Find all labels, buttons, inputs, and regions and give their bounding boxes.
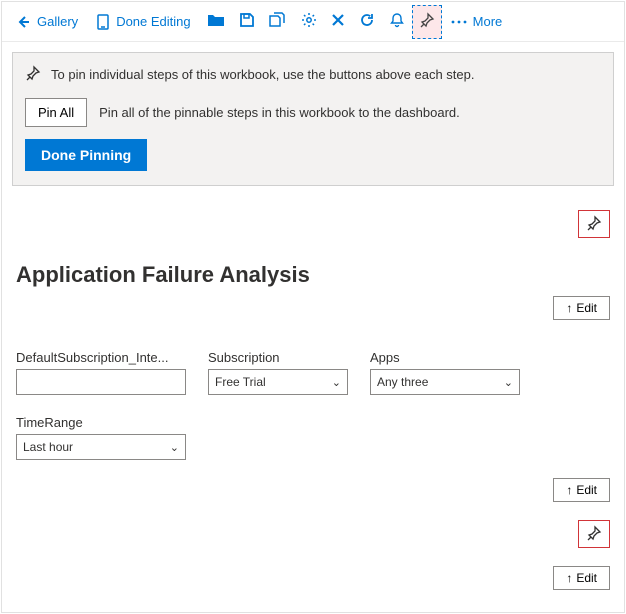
open-button[interactable] [200,6,232,38]
edit-step-button[interactable]: ↑ Edit [553,566,610,590]
toolbar: Gallery Done Editing [2,2,624,42]
refresh-button[interactable] [352,6,382,38]
alerts-button[interactable] [382,6,412,38]
param-apps-value: Any three [377,375,428,389]
param-timerange-value: Last hour [23,440,73,454]
edit-label: Edit [576,571,597,585]
done-editing-label: Done Editing [116,14,190,29]
param-timerange[interactable]: Last hour ⌄ [16,434,186,460]
done-pinning-button[interactable]: Done Pinning [25,139,147,171]
chevron-down-icon: ⌄ [170,441,179,454]
param-default-subscription[interactable] [16,369,186,395]
save-multi-icon [269,12,287,31]
pin-mode-button[interactable] [412,5,442,39]
pin-all-description: Pin all of the pinnable steps in this wo… [99,105,460,120]
edit-label: Edit [576,483,597,497]
gear-icon [301,12,317,31]
pin-icon [586,525,602,544]
chevron-down-icon: ⌄ [504,376,513,389]
pin-all-button[interactable]: Pin All [25,98,87,127]
step-pin-button[interactable] [578,520,610,548]
param-subscription-value: Free Trial [215,375,266,389]
param-label-apps: Apps [370,350,520,365]
param-label-timerange: TimeRange [16,415,186,430]
chevron-down-icon: ⌄ [332,376,341,389]
clear-button[interactable] [324,6,352,38]
param-label-subscription: Subscription [208,350,348,365]
back-label: Gallery [37,14,78,29]
edit-step-button[interactable]: ↑ Edit [553,296,610,320]
settings-button[interactable] [294,6,324,38]
back-to-gallery-button[interactable]: Gallery [6,6,87,38]
edit-step-button[interactable]: ↑ Edit [553,478,610,502]
pin-icon [419,12,435,31]
more-button[interactable]: More [442,6,512,38]
close-icon [331,13,345,30]
save-button[interactable] [232,6,262,38]
done-editing-button[interactable]: Done Editing [87,6,199,38]
save-copy-button[interactable] [262,6,294,38]
up-arrow-icon: ↑ [566,571,572,585]
folder-icon [207,13,225,30]
up-arrow-icon: ↑ [566,301,572,315]
refresh-icon [359,12,375,31]
param-label-default-subscription: DefaultSubscription_Inte... [16,350,186,365]
save-icon [239,12,255,31]
param-subscription[interactable]: Free Trial ⌄ [208,369,348,395]
workbook-main: Application Failure Analysis ↑ Edit Defa… [2,196,624,612]
param-apps[interactable]: Any three ⌄ [370,369,520,395]
arrow-left-icon [15,14,31,30]
step-pin-button[interactable] [578,210,610,238]
bell-icon [389,12,405,31]
pin-icon [25,65,41,84]
ellipsis-icon [451,20,467,24]
up-arrow-icon: ↑ [566,483,572,497]
more-label: More [473,14,503,29]
parameters-block: DefaultSubscription_Inte... Subscription… [16,350,536,460]
pin-all-label: Pin All [38,105,74,120]
edit-label: Edit [576,301,597,315]
pin-icon [586,215,602,234]
tablet-icon [96,14,110,30]
page-title: Application Failure Analysis [16,262,610,288]
done-pinning-label: Done Pinning [41,147,131,163]
pin-hint-text: To pin individual steps of this workbook… [51,67,474,82]
pin-notice-panel: To pin individual steps of this workbook… [12,52,614,186]
